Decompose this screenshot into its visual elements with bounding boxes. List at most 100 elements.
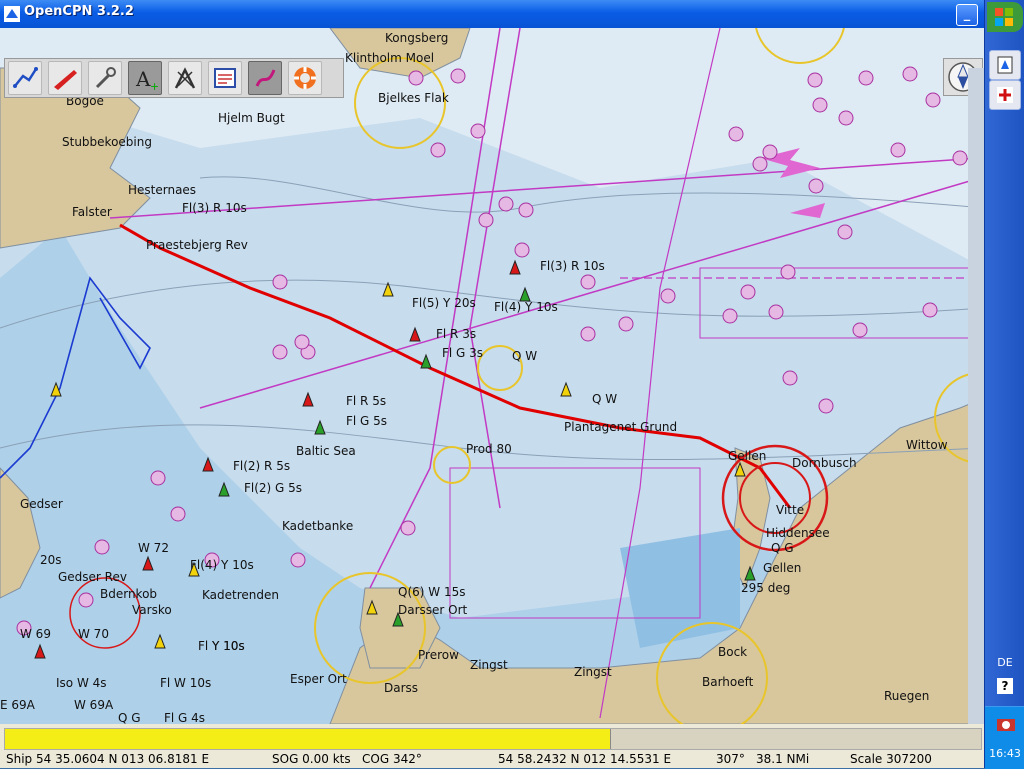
restricted-area-marker bbox=[290, 552, 306, 568]
nautical-chart[interactable]: KongsbergKlintholm MoelBoechers GrundBje… bbox=[0, 28, 984, 724]
chart-canvas[interactable]: KongsbergKlintholm MoelBoechers GrundBje… bbox=[0, 28, 984, 724]
ais-icon bbox=[174, 67, 196, 89]
restricted-area-marker bbox=[272, 344, 288, 360]
restricted-area-marker bbox=[838, 110, 854, 126]
speed-over-ground: SOG 0.00 kts bbox=[272, 752, 351, 766]
chart-label: Q G bbox=[771, 541, 794, 555]
chart-label: Falster bbox=[72, 205, 112, 219]
chart-label: Prod 80 bbox=[466, 442, 512, 456]
chart-label: W 69 bbox=[20, 627, 51, 641]
restricted-area-marker bbox=[618, 316, 634, 332]
chart-label: Fl R 3s bbox=[436, 327, 476, 341]
settings-wrench-button[interactable] bbox=[88, 61, 122, 95]
chart-load-progress bbox=[4, 728, 982, 750]
chart-label: Fl R 5s bbox=[346, 394, 386, 408]
chart-info-button[interactable] bbox=[208, 61, 242, 95]
restricted-area-marker bbox=[478, 212, 494, 228]
start-button[interactable] bbox=[987, 2, 1023, 32]
lifebuoy-button[interactable] bbox=[288, 61, 322, 95]
restricted-area-marker bbox=[812, 97, 828, 113]
chart-label: Vitte bbox=[776, 503, 804, 517]
chart-label: Fl G 4s bbox=[164, 711, 205, 724]
restricted-area-marker bbox=[890, 142, 906, 158]
chart-label: Fl(3) R 10s bbox=[540, 259, 605, 273]
chart-label: E 69A bbox=[0, 698, 36, 712]
restricted-area-marker bbox=[450, 68, 466, 84]
chart-label: Zingst bbox=[470, 658, 508, 672]
minimize-button[interactable]: _ bbox=[956, 4, 978, 26]
chart-label: W 69A bbox=[74, 698, 114, 712]
ship-icon bbox=[54, 70, 77, 90]
chart-label: Varsko bbox=[132, 603, 172, 617]
chart-label: Gellen bbox=[763, 561, 801, 575]
show-text-icon: A + bbox=[135, 67, 159, 93]
chart-label: Bock bbox=[718, 645, 747, 659]
main-toolbar: A + bbox=[4, 58, 344, 98]
ais-button[interactable] bbox=[168, 61, 202, 95]
show-text-button[interactable]: A + bbox=[128, 61, 162, 95]
help-icon[interactable]: ? bbox=[997, 678, 1013, 694]
restricted-area-marker bbox=[660, 288, 676, 304]
restricted-area-marker bbox=[150, 470, 166, 486]
chart-label: Plantagenet Grund bbox=[564, 420, 677, 434]
restricted-area-marker bbox=[740, 284, 756, 300]
chart-scrollbar[interactable] bbox=[968, 68, 984, 724]
chart-label: Stubbekoebing bbox=[62, 135, 152, 149]
restricted-area-marker bbox=[470, 123, 486, 139]
lagoon-bodden bbox=[620, 528, 740, 648]
restricted-area-marker bbox=[272, 274, 288, 290]
language-indicator[interactable]: DE bbox=[985, 656, 1024, 669]
restricted-area-marker bbox=[752, 156, 768, 172]
chart-label: 20s bbox=[40, 553, 62, 567]
chart-label: Bjelkes Flak bbox=[378, 91, 449, 105]
route-manager-button[interactable] bbox=[248, 61, 282, 95]
restricted-area-marker bbox=[922, 302, 938, 318]
chart-label: Darss bbox=[384, 681, 418, 695]
chart-label: Q W bbox=[592, 392, 617, 406]
chart-label: Praestebjerg Rev bbox=[146, 238, 248, 252]
chart-label: Iso W 4s bbox=[56, 676, 107, 690]
restricted-area-marker bbox=[952, 150, 968, 166]
clock: 16:43 bbox=[989, 747, 1021, 760]
route-icon bbox=[13, 67, 38, 88]
restricted-area-marker bbox=[722, 308, 738, 324]
chart-label: Fl(4) Y 10s bbox=[494, 300, 558, 314]
opencpn-taskbar-icon bbox=[997, 56, 1013, 74]
restricted-area-marker bbox=[518, 202, 534, 218]
chart-label: Y 10s bbox=[211, 639, 245, 653]
restricted-area-marker bbox=[580, 326, 596, 342]
chart-label: Q(6) W 15s bbox=[398, 585, 465, 599]
app-icon bbox=[997, 87, 1013, 103]
chart-label: Gedser bbox=[20, 497, 63, 511]
chart-label: Hesternaes bbox=[128, 183, 196, 197]
tray-network-icon[interactable] bbox=[995, 715, 1017, 733]
restricted-area-marker bbox=[514, 242, 530, 258]
chart-label: Fl(4) Y 10s bbox=[190, 558, 254, 572]
chart-label: Prerow bbox=[418, 648, 459, 662]
restricted-area-marker bbox=[498, 196, 514, 212]
chart-label: Fl G 3s bbox=[442, 346, 483, 360]
chart-label: 295 deg bbox=[741, 581, 790, 595]
chart-label: Esper Ort bbox=[290, 672, 347, 686]
ship-button[interactable] bbox=[48, 61, 82, 95]
cursor-bearing: 307° bbox=[716, 752, 745, 766]
restricted-area-marker bbox=[808, 178, 824, 194]
chart-label: Kadetrenden bbox=[202, 588, 279, 602]
svg-text:A: A bbox=[135, 67, 151, 91]
chart-label: Q G bbox=[118, 711, 141, 724]
ship-position: Ship 54 35.0604 N 013 06.8181 E bbox=[6, 752, 210, 766]
settings-wrench-icon bbox=[95, 67, 116, 89]
chart-label: Bdernkob bbox=[100, 587, 157, 601]
lifebuoy-icon bbox=[294, 67, 316, 89]
taskbar-app-2[interactable] bbox=[989, 80, 1021, 110]
chart-label: W 70 bbox=[78, 627, 109, 641]
chart-label: Fl(2) R 5s bbox=[233, 459, 290, 473]
restricted-area-marker bbox=[580, 274, 596, 290]
chart-label: Klintholm Moel bbox=[345, 51, 434, 65]
restricted-area-marker bbox=[170, 506, 186, 522]
chart-label: Hiddensee bbox=[766, 526, 830, 540]
taskbar-app-opencpn[interactable] bbox=[989, 50, 1021, 80]
route-button[interactable] bbox=[8, 61, 42, 95]
chart-label: Ruegen bbox=[884, 689, 929, 703]
restricted-area-marker bbox=[782, 370, 798, 386]
